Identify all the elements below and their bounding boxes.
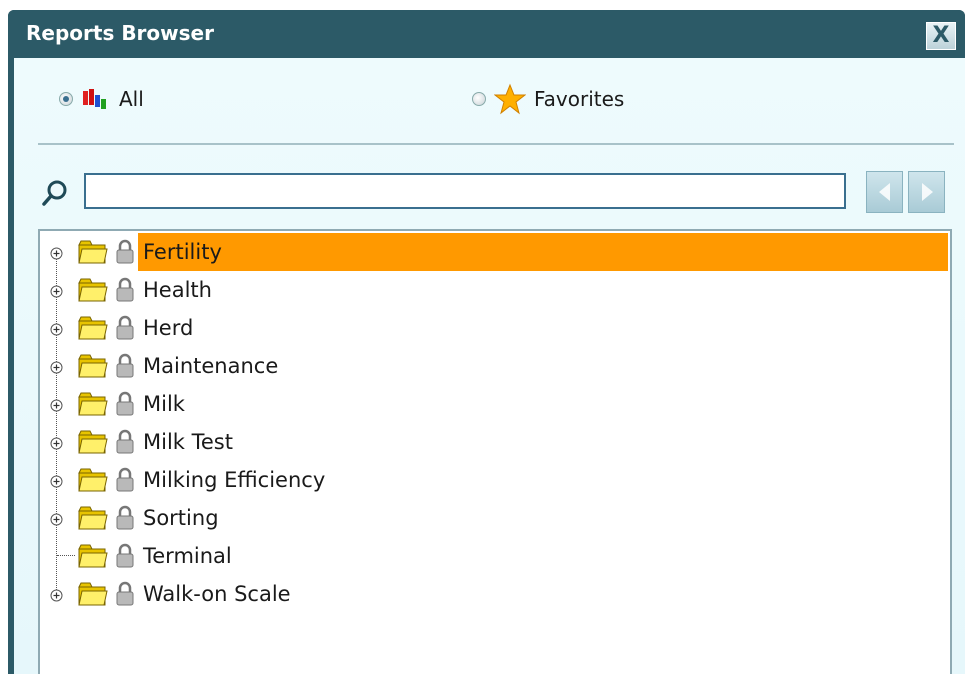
reports-browser-window: Reports Browser X All Favorites Fertilit… xyxy=(8,10,965,674)
expand-plus-icon[interactable] xyxy=(50,245,63,260)
lock-icon xyxy=(115,239,135,265)
filter-all-radio[interactable] xyxy=(59,92,73,106)
tree-item[interactable]: Milk xyxy=(40,385,950,423)
folder-icon xyxy=(78,391,108,417)
filter-favorites-label: Favorites xyxy=(534,87,625,111)
folder-icon xyxy=(78,429,108,455)
tree-item[interactable]: Fertility xyxy=(40,233,950,271)
previous-button[interactable] xyxy=(866,171,903,213)
tree-item[interactable]: Maintenance xyxy=(40,347,950,385)
folder-icon xyxy=(78,467,108,493)
tree-item-label: Maintenance xyxy=(143,354,279,378)
filter-favorites-radio[interactable] xyxy=(472,92,486,106)
tree-item-label: Sorting xyxy=(143,506,219,530)
folder-icon xyxy=(78,315,108,341)
tree-item-label: Milk Test xyxy=(143,430,233,454)
lock-icon xyxy=(115,543,135,569)
tree-item[interactable]: Herd xyxy=(40,309,950,347)
expand-plus-icon[interactable] xyxy=(50,473,63,488)
report-tree[interactable]: Fertility Health Herd Maintenance Milk Milk T… xyxy=(38,229,952,674)
tree-item[interactable]: Milk Test xyxy=(40,423,950,461)
tree-item[interactable]: Sorting xyxy=(40,499,950,537)
star-icon xyxy=(494,83,526,115)
tree-item-label: Walk-on Scale xyxy=(143,582,291,606)
filter-favorites-option[interactable]: Favorites xyxy=(472,82,624,116)
lock-icon xyxy=(115,581,135,607)
next-button[interactable] xyxy=(908,171,945,213)
lock-icon xyxy=(115,467,135,493)
close-button[interactable]: X xyxy=(926,22,956,50)
divider xyxy=(38,143,954,145)
search-input[interactable] xyxy=(84,173,846,209)
folder-icon xyxy=(78,277,108,303)
tree-item-label: Health xyxy=(143,278,212,302)
tree-branch-line xyxy=(57,555,75,556)
window-title: Reports Browser xyxy=(26,21,214,45)
folder-icon xyxy=(78,353,108,379)
search-icon xyxy=(42,180,67,206)
folder-icon xyxy=(78,239,108,265)
folder-icon xyxy=(78,581,108,607)
lock-icon xyxy=(115,391,135,417)
lock-icon xyxy=(115,505,135,531)
expand-plus-icon[interactable] xyxy=(50,587,63,602)
expand-plus-icon[interactable] xyxy=(50,283,63,298)
lock-icon xyxy=(115,277,135,303)
folder-icon xyxy=(78,505,108,531)
tree-item-label: Terminal xyxy=(143,544,232,568)
lock-icon xyxy=(115,429,135,455)
folder-icon xyxy=(78,543,108,569)
tree-item-label: Fertility xyxy=(138,233,948,271)
close-icon: X xyxy=(932,23,950,48)
tree-item[interactable]: Health xyxy=(40,271,950,309)
tree-item[interactable]: Walk-on Scale xyxy=(40,575,950,613)
report-bars-icon xyxy=(83,89,106,109)
expand-plus-icon[interactable] xyxy=(50,359,63,374)
filter-all-label: All xyxy=(119,87,144,111)
expand-plus-icon[interactable] xyxy=(50,397,63,412)
lock-icon xyxy=(115,315,135,341)
arrow-left-icon xyxy=(878,183,890,201)
tree-item[interactable]: Terminal xyxy=(40,537,950,575)
expand-plus-icon[interactable] xyxy=(50,435,63,450)
content-panel: All Favorites Fertility Health Herd Main… xyxy=(14,58,965,674)
tree-item[interactable]: Milking Efficiency xyxy=(40,461,950,499)
tree-item-label: Milking Efficiency xyxy=(143,468,326,492)
arrow-right-icon xyxy=(921,183,933,201)
filter-all-option[interactable]: All xyxy=(59,82,144,116)
lock-icon xyxy=(115,353,135,379)
title-bar[interactable]: Reports Browser X xyxy=(8,10,965,58)
tree-item-label: Milk xyxy=(143,392,185,416)
expand-plus-icon[interactable] xyxy=(50,321,63,336)
tree-item-label: Herd xyxy=(143,316,194,340)
expand-plus-icon[interactable] xyxy=(50,511,63,526)
